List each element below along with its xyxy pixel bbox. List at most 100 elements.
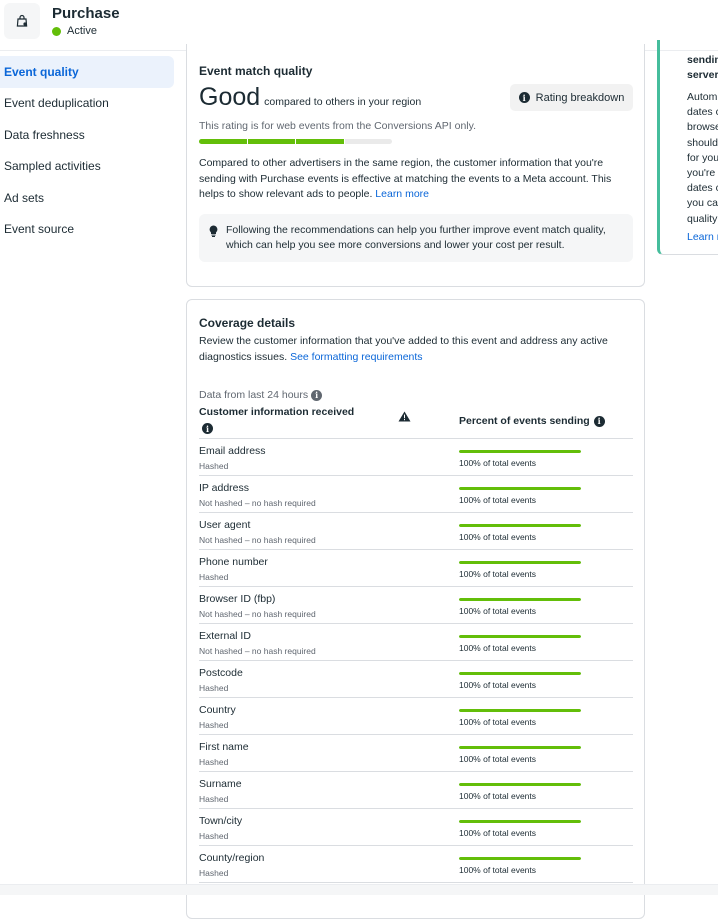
- side-panel-title: sendin server: [687, 53, 718, 83]
- row-hash-status: Hashed: [199, 572, 229, 582]
- side-panel-body-line: quality: [687, 212, 718, 225]
- row-progress-bar: [459, 857, 581, 860]
- row-field-name: Email address: [199, 445, 266, 457]
- data-range-label: Data from last 24 hours i: [199, 389, 323, 401]
- rating-meter-segment: [247, 139, 295, 144]
- formatting-requirements-link[interactable]: See formatting requirements: [290, 351, 422, 363]
- side-panel-body-line: should: [687, 136, 718, 149]
- row-progress-bar: [459, 746, 581, 749]
- row-percent-label: 100% of total events: [459, 569, 537, 579]
- row-progress-bar: [459, 635, 581, 638]
- row-percent-label: 100% of total events: [459, 791, 537, 801]
- table-row: Browser ID (fbp) Not hashed – no hash req…: [199, 587, 633, 624]
- tip-text: Following the recommendations can help y…: [226, 224, 606, 251]
- row-progress-fill: [459, 450, 581, 453]
- sidebar-nav: Event quality Event deduplication Data f…: [0, 56, 174, 245]
- learn-more-link[interactable]: Learn more: [375, 188, 429, 200]
- coverage-description: Review the customer information that you…: [199, 334, 619, 365]
- row-percent-label: 100% of total events: [459, 680, 537, 690]
- side-panel-body: Autom dates c browse should for you you're dat…: [687, 90, 718, 227]
- warning-icon[interactable]: [398, 411, 411, 422]
- rating-note: This rating is for web events from the C…: [199, 120, 477, 132]
- row-field-name: First name: [199, 741, 249, 753]
- column-header-customer-info: Customer information received: [199, 406, 355, 418]
- row-percent-label: 100% of total events: [459, 458, 537, 468]
- row-field-name: User agent: [199, 519, 251, 531]
- side-panel-title-line: sendin: [687, 54, 718, 66]
- row-progress-fill: [459, 524, 581, 527]
- row-hash-status: Hashed: [199, 794, 229, 804]
- row-progress-bar: [459, 487, 581, 490]
- info-icon: i: [518, 92, 530, 103]
- row-hash-status: Hashed: [199, 461, 229, 471]
- sidebar-item-ad-sets[interactable]: Ad sets: [0, 182, 174, 214]
- side-panel-learn-more-link[interactable]: Learn r: [687, 231, 718, 243]
- row-hash-status: Not hashed – no hash required: [199, 646, 316, 656]
- row-field-name: IP address: [199, 482, 250, 494]
- row-percent-label: 100% of total events: [459, 828, 537, 838]
- lightbulb-icon: [209, 225, 218, 237]
- row-field-name: Surname: [199, 778, 242, 790]
- table-row: Phone number Hashed 100% of total events: [199, 550, 633, 587]
- row-hash-status: Hashed: [199, 831, 229, 841]
- row-field-name: Phone number: [199, 556, 268, 568]
- row-percent-label: 100% of total events: [459, 865, 537, 875]
- sidebar-item-event-deduplication[interactable]: Event deduplication: [0, 88, 174, 120]
- sidebar-item-event-quality[interactable]: Event quality: [0, 56, 174, 88]
- sidebar-item-event-source[interactable]: Event source: [0, 214, 174, 246]
- data-range-text: Data from last 24 hours: [199, 389, 309, 401]
- row-percent-label: 100% of total events: [459, 643, 537, 653]
- status-label: Active: [67, 25, 97, 37]
- row-progress-bar: [459, 598, 581, 601]
- row-hash-status: Not hashed – no hash required: [199, 535, 316, 545]
- rating-breakdown-button[interactable]: i Rating breakdown: [510, 84, 633, 111]
- sidebar-item-sampled-activities[interactable]: Sampled activities: [0, 151, 174, 183]
- row-hash-status: Hashed: [199, 868, 229, 878]
- row-field-name: Country: [199, 704, 236, 716]
- row-progress-bar: [459, 783, 581, 786]
- status-dot-icon: [52, 26, 61, 36]
- event-icon-tile: [4, 3, 40, 39]
- row-percent-label: 100% of total events: [459, 754, 537, 764]
- info-icon[interactable]: i: [202, 423, 213, 434]
- info-icon[interactable]: i: [593, 415, 605, 427]
- rating-meter-segment: [344, 139, 392, 144]
- emq-description: Compared to other advertisers in the sam…: [199, 156, 619, 203]
- side-panel-body-line: dates c: [687, 182, 718, 195]
- row-field-name: County/region: [199, 852, 265, 864]
- row-progress-bar: [459, 820, 581, 823]
- table-row: IP address Not hashed – no hash required 1…: [199, 476, 633, 513]
- page-title: Purchase: [52, 5, 120, 22]
- rating-meter-segment: [199, 139, 247, 144]
- row-percent-label: 100% of total events: [459, 606, 537, 616]
- row-percent-label: 100% of total events: [459, 717, 537, 727]
- row-hash-status: Not hashed – no hash required: [199, 609, 316, 619]
- row-field-name: External ID: [199, 630, 251, 642]
- row-progress-fill: [459, 487, 581, 490]
- row-field-name: Town/city: [199, 815, 243, 827]
- row-progress-fill: [459, 746, 581, 749]
- recommendation-side-panel: sendin server Autom dates c browse should for…: [657, 40, 718, 255]
- row-field-name: Postcode: [199, 667, 243, 679]
- row-field-name: Browser ID (fbp): [199, 593, 276, 605]
- side-panel-body-line: you ca: [687, 197, 718, 210]
- row-progress-fill: [459, 561, 581, 564]
- table-row: Surname Hashed 100% of total events: [199, 772, 633, 809]
- emq-rating: Good compared to others in your region: [199, 83, 421, 112]
- table-row: County/region Hashed 100% of total events: [199, 846, 633, 883]
- side-panel-body-line: Autom: [687, 91, 718, 103]
- sidebar-item-data-freshness[interactable]: Data freshness: [0, 119, 174, 151]
- shopping-bag-icon: [16, 14, 28, 27]
- row-progress-fill: [459, 635, 581, 638]
- row-progress-bar: [459, 561, 581, 564]
- status-badge: Active: [52, 25, 97, 37]
- row-progress-bar: [459, 524, 581, 527]
- info-icon[interactable]: i: [311, 389, 323, 401]
- rating-meter-segment: [296, 139, 344, 144]
- table-row: External ID Not hashed – no hash required…: [199, 624, 633, 661]
- row-percent-label: 100% of total events: [459, 495, 537, 505]
- row-progress-fill: [459, 709, 581, 712]
- column-header-percent-label: Percent of events sending: [459, 415, 590, 427]
- row-progress-fill: [459, 598, 581, 601]
- rating-breakdown-label: Rating breakdown: [535, 91, 625, 104]
